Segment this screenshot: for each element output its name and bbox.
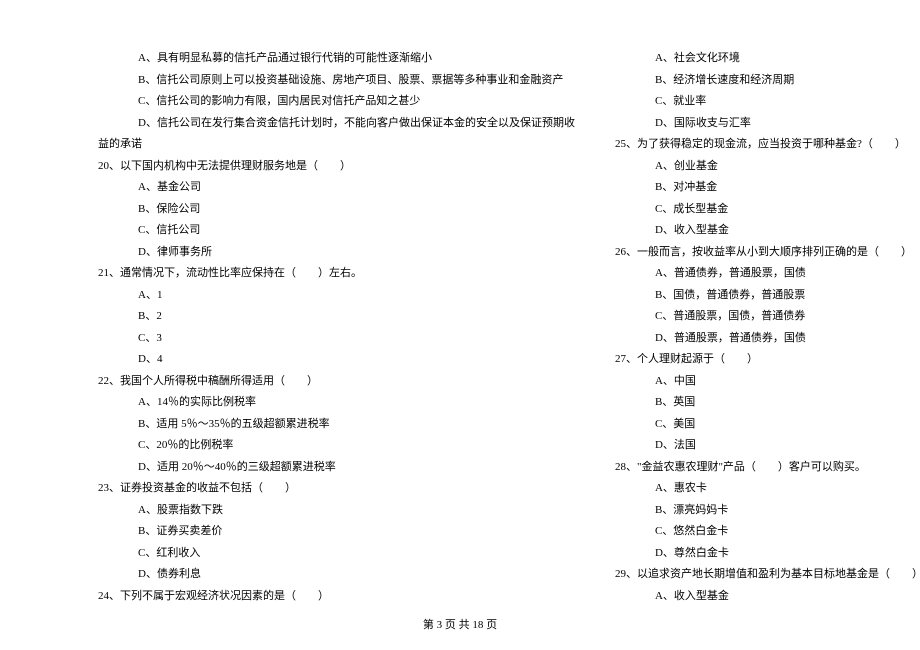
left-column: A、具有明显私募的信托产品通过银行代销的可能性逐渐缩小 B、信托公司原则上可以投… [98,48,575,607]
option-text: B、英国 [615,392,920,414]
page-footer: 第 3 页 共 18 页 [0,616,920,632]
option-text: A、创业基金 [615,156,920,178]
option-text: C、美国 [615,414,920,436]
option-text: A、具有明显私募的信托产品通过银行代销的可能性逐渐缩小 [98,48,575,70]
option-text: B、经济增长速度和经济周期 [615,70,920,92]
option-text: C、20％的比例税率 [98,435,575,457]
option-text: D、4 [98,349,575,371]
option-text: C、就业率 [615,91,920,113]
option-text: B、国债，普通债券，普通股票 [615,285,920,307]
option-text: A、社会文化环境 [615,48,920,70]
option-text: D、债券利息 [98,564,575,586]
option-text-continued: 益的承诺 [98,134,575,156]
option-text: B、漂亮妈妈卡 [615,500,920,522]
option-text: D、收入型基金 [615,220,920,242]
option-text: A、1 [98,285,575,307]
option-text: B、信托公司原则上可以投资基础设施、房地产项目、股票、票据等多种事业和金融资产 [98,70,575,92]
question-20: 20、以下国内机构中无法提供理财服务地是（ ） [98,156,575,178]
option-text: D、尊然白金卡 [615,543,920,565]
option-text: D、律师事务所 [98,242,575,264]
question-29: 29、以追求资产地长期增值和盈利为基本目标地基金是（ ） [615,564,920,586]
option-text: C、普通股票，国债，普通债券 [615,306,920,328]
option-text: B、对冲基金 [615,177,920,199]
option-text: B、证券买卖差价 [98,521,575,543]
option-text: C、红利收入 [98,543,575,565]
option-text: C、3 [98,328,575,350]
option-text: D、法国 [615,435,920,457]
option-text: A、普通债券，普通股票，国债 [615,263,920,285]
question-26: 26、一般而言，按收益率从小到大顺序排列正确的是（ ） [615,242,920,264]
option-text: C、信托公司的影响力有限，国内居民对信托产品知之甚少 [98,91,575,113]
question-28: 28、"金益农惠农理财"产品（ ）客户可以购买。 [615,457,920,479]
option-text: C、信托公司 [98,220,575,242]
option-text: D、普通股票，普通债券，国债 [615,328,920,350]
question-24: 24、下列不属于宏观经济状况因素的是（ ） [98,586,575,608]
option-text: C、悠然白金卡 [615,521,920,543]
question-22: 22、我国个人所得税中稿酬所得适用（ ） [98,371,575,393]
option-text: B、适用 5％～35％的五级超额累进税率 [98,414,575,436]
question-21: 21、通常情况下，流动性比率应保持在（ ）左右。 [98,263,575,285]
option-text: A、基金公司 [98,177,575,199]
option-text: D、国际收支与汇率 [615,113,920,135]
question-23: 23、证券投资基金的收益不包括（ ） [98,478,575,500]
question-27: 27、个人理财起源于（ ） [615,349,920,371]
right-column: A、社会文化环境 B、经济增长速度和经济周期 C、就业率 D、国际收支与汇率 2… [615,48,920,607]
question-25: 25、为了获得稳定的现金流，应当投资于哪种基金?（ ） [615,134,920,156]
option-text: C、成长型基金 [615,199,920,221]
option-text: B、2 [98,306,575,328]
content-container: A、具有明显私募的信托产品通过银行代销的可能性逐渐缩小 B、信托公司原则上可以投… [98,48,860,607]
option-text: D、信托公司在发行集合资金信托计划时，不能向客户做出保证本金的安全以及保证预期收 [98,113,575,135]
option-text: A、中国 [615,371,920,393]
option-text: B、保险公司 [98,199,575,221]
option-text: A、惠农卡 [615,478,920,500]
option-text: A、股票指数下跌 [98,500,575,522]
option-text: D、适用 20％～40％的三级超额累进税率 [98,457,575,479]
option-text: A、14％的实际比例税率 [98,392,575,414]
option-text: A、收入型基金 [615,586,920,608]
